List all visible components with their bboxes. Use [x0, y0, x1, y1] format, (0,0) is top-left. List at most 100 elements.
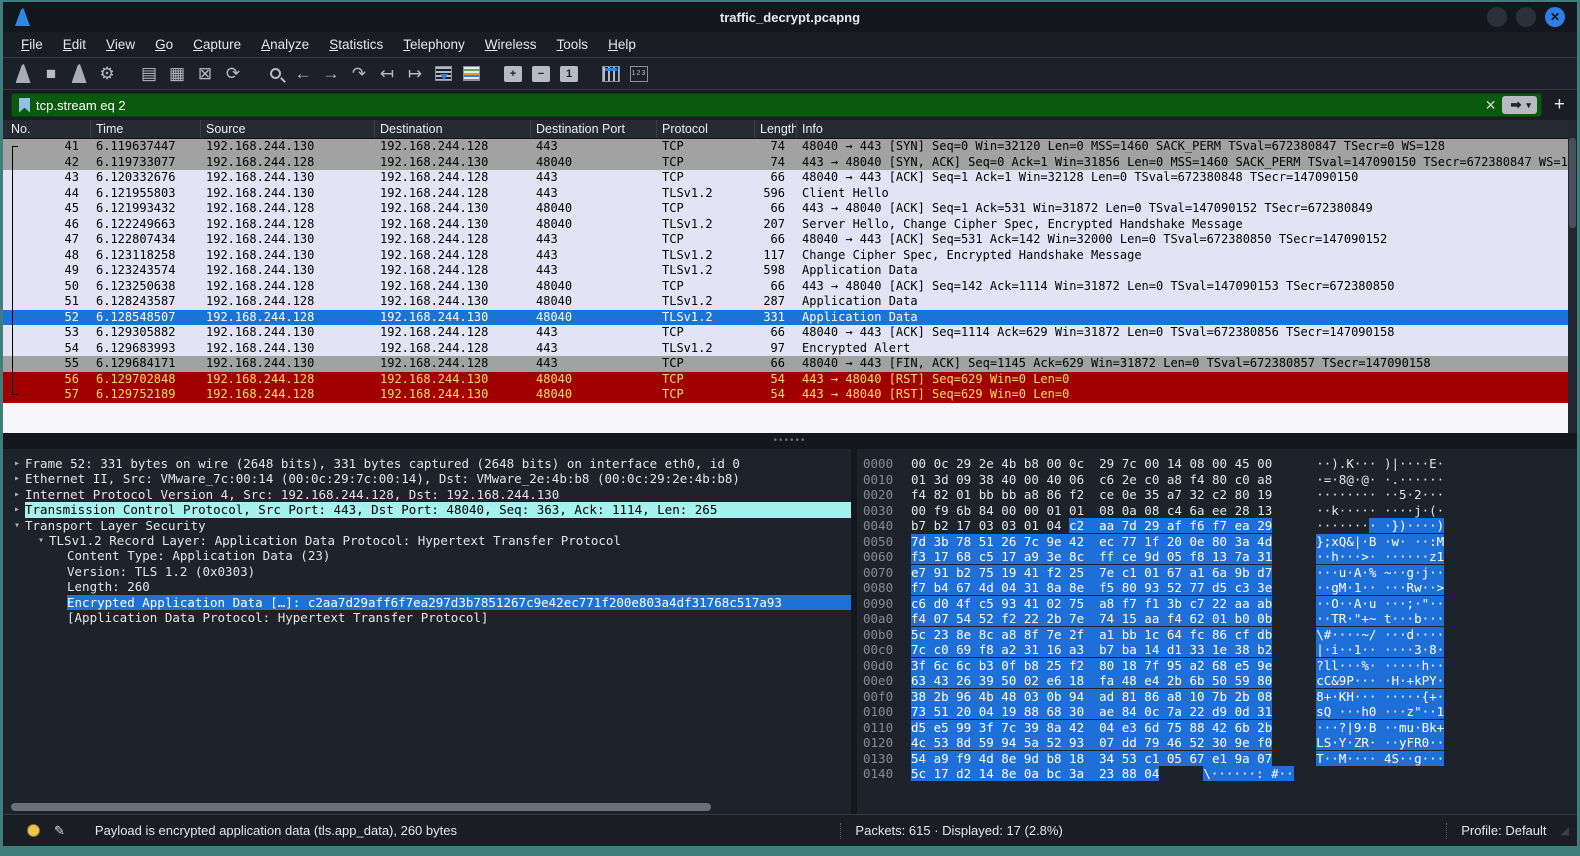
stop-capture-button[interactable]: ■ — [37, 61, 65, 87]
close-button[interactable]: ✕ — [1545, 7, 1565, 27]
details-scrollbar[interactable] — [3, 802, 851, 812]
next-packet-button[interactable]: ↦ — [401, 61, 429, 87]
save-file-button[interactable]: ▦ — [163, 61, 191, 87]
menu-item-capture[interactable]: Capture — [183, 34, 251, 55]
close-file-button[interactable]: ⊠ — [191, 61, 219, 87]
packet-row-52[interactable]: 526.128548507192.168.244.128192.168.244.… — [3, 310, 1577, 326]
column-header-source[interactable]: Source — [201, 120, 375, 138]
expand-arrow-icon[interactable]: ▸ — [9, 502, 25, 517]
hex-row-0130[interactable]: 013054 a9 f9 4d 8e 9d b8 18 34 53 c1 05 … — [863, 751, 1577, 767]
column-header-length[interactable]: Length — [755, 120, 797, 138]
column-header-destination-port[interactable]: Destination Port — [531, 120, 657, 138]
packet-row-45[interactable]: 456.121993432192.168.244.128192.168.244.… — [3, 201, 1577, 217]
collapse-arrow-icon[interactable]: ▾ — [33, 533, 49, 548]
detail-line-7[interactable]: Version: TLS 1.2 (0x0303) — [3, 564, 851, 579]
hex-row-0000[interactable]: 000000 0c 29 2e 4b b8 00 0c 29 7c 00 14 … — [863, 456, 1577, 472]
hex-row-0060[interactable]: 0060f3 17 68 c5 17 a9 3e 8c ff ce 9d 05 … — [863, 549, 1577, 565]
resize-grip[interactable]: ◢ — [1561, 824, 1569, 837]
hex-row-0020[interactable]: 0020f4 82 01 bb bb a8 86 f2 ce 0e 35 a7 … — [863, 487, 1577, 503]
detail-line-2[interactable]: ▸Internet Protocol Version 4, Src: 192.1… — [3, 487, 851, 502]
column-header-no-[interactable]: No. — [3, 120, 91, 138]
start-capture-button[interactable] — [9, 61, 37, 87]
menu-item-telephony[interactable]: Telephony — [393, 34, 475, 55]
filter-value[interactable]: tcp.stream eq 2 — [36, 98, 1479, 113]
hex-row-0030[interactable]: 003000 f9 6b 84 00 00 01 01 08 0a 08 c4 … — [863, 503, 1577, 519]
hex-row-0110[interactable]: 0110d5 e5 99 3f 7c 39 8a 42 04 e3 6d 75 … — [863, 720, 1577, 736]
go-back-button[interactable]: ← — [289, 61, 317, 87]
menu-item-statistics[interactable]: Statistics — [319, 34, 393, 55]
reload-file-button[interactable]: ⟳ — [219, 61, 247, 87]
packet-row-47[interactable]: 476.122807434192.168.244.130192.168.244.… — [3, 232, 1577, 248]
filter-bookmark-icon[interactable] — [19, 98, 30, 113]
open-file-button[interactable]: ▤ — [135, 61, 163, 87]
detail-line-3[interactable]: ▸Transmission Control Protocol, Src Port… — [3, 502, 851, 517]
hex-row-0120[interactable]: 01204c 53 8d 59 94 5a 52 93 07 dd 79 46 … — [863, 735, 1577, 751]
expand-arrow-icon[interactable]: ▸ — [9, 471, 25, 486]
go-forward-button[interactable]: → — [317, 61, 345, 87]
packet-row-55[interactable]: 556.129684171192.168.244.130192.168.244.… — [3, 356, 1577, 372]
detail-line-10[interactable]: [Application Data Protocol: Hypertext Tr… — [3, 610, 851, 625]
resize-columns-button[interactable] — [597, 61, 625, 87]
hex-row-00f0[interactable]: 00f038 2b 96 4b 48 03 0b 94 ad 81 86 a8 … — [863, 689, 1577, 705]
expand-arrow-icon[interactable]: ▸ — [9, 456, 25, 471]
hex-row-0090[interactable]: 0090c6 d0 4f c5 93 41 02 75 a8 f7 f1 3b … — [863, 596, 1577, 612]
expert-info-icon[interactable] — [27, 824, 40, 837]
packet-row-50[interactable]: 506.123250638192.168.244.128192.168.244.… — [3, 279, 1577, 295]
hex-row-0010[interactable]: 001001 3d 09 38 40 00 40 06 c6 2e c0 a8 … — [863, 472, 1577, 488]
detail-line-8[interactable]: Length: 260 — [3, 579, 851, 594]
hex-row-0100[interactable]: 010073 51 20 04 19 88 68 30 ae 84 0c 7a … — [863, 704, 1577, 720]
status-profile[interactable]: Profile: Default — [1461, 823, 1546, 838]
menu-item-view[interactable]: View — [96, 34, 145, 55]
packet-row-43[interactable]: 436.120332676192.168.244.130192.168.244.… — [3, 170, 1577, 186]
packet-row-41[interactable]: 416.119637447192.168.244.130192.168.244.… — [3, 139, 1577, 155]
hex-row-00c0[interactable]: 00c07c c0 69 f8 a2 31 16 a3 b7 ba 14 d1 … — [863, 642, 1577, 658]
filter-clear-icon[interactable]: ✕ — [1479, 97, 1503, 114]
capture-options-button[interactable]: ⚙ — [93, 61, 121, 87]
menu-item-tools[interactable]: Tools — [547, 34, 599, 55]
hex-row-00d0[interactable]: 00d03f 6c 6c b3 0f b8 25 f2 80 18 7f 95 … — [863, 658, 1577, 674]
capture-comment-icon[interactable]: ✎ — [54, 823, 65, 839]
column-header-time[interactable]: Time — [91, 120, 201, 138]
packet-row-42[interactable]: 426.119733077192.168.244.128192.168.244.… — [3, 155, 1577, 171]
menu-item-edit[interactable]: Edit — [53, 34, 96, 55]
go-to-packet-button[interactable]: ↷ — [345, 61, 373, 87]
packet-row-51[interactable]: 516.128243587192.168.244.128192.168.244.… — [3, 294, 1577, 310]
menu-item-analyze[interactable]: Analyze — [251, 34, 319, 55]
packet-row-56[interactable]: 566.129702848192.168.244.128192.168.244.… — [3, 372, 1577, 388]
packet-row-57[interactable]: 576.129752189192.168.244.128192.168.244.… — [3, 387, 1577, 403]
packet-list-scrollbar[interactable] — [1568, 120, 1577, 433]
zoom-in-button[interactable]: + — [499, 61, 527, 87]
zoom-original-button[interactable]: 1 — [555, 61, 583, 87]
packet-row-46[interactable]: 466.122249663192.168.244.128192.168.244.… — [3, 217, 1577, 233]
packet-row-44[interactable]: 446.121955803192.168.244.130192.168.244.… — [3, 186, 1577, 202]
packet-row-54[interactable]: 546.129683993192.168.244.130192.168.244.… — [3, 341, 1577, 357]
filter-add-button[interactable]: + — [1542, 94, 1569, 116]
find-packet-button[interactable] — [261, 61, 289, 87]
detail-line-1[interactable]: ▸Ethernet II, Src: VMware_7c:00:14 (00:0… — [3, 471, 851, 486]
hex-row-0040[interactable]: 0040b7 b2 17 03 03 01 04 c2 aa 7d 29 af … — [863, 518, 1577, 534]
pane-splitter[interactable]: •••••• — [3, 433, 1577, 449]
display-filter-input[interactable]: tcp.stream eq 2 ✕ ➡▾ — [11, 93, 1542, 117]
menu-item-help[interactable]: Help — [598, 34, 646, 55]
packet-row-49[interactable]: 496.123243574192.168.244.130192.168.244.… — [3, 263, 1577, 279]
auto-scroll-button[interactable] — [429, 61, 457, 87]
hex-row-00b0[interactable]: 00b05c 23 8e 8c a8 8f 7e 2f a1 bb 1c 64 … — [863, 627, 1577, 643]
packet-row-48[interactable]: 486.123118258192.168.244.130192.168.244.… — [3, 248, 1577, 264]
detail-line-0[interactable]: ▸Frame 52: 331 bytes on wire (2648 bits)… — [3, 456, 851, 471]
menu-item-file[interactable]: File — [11, 34, 53, 55]
detail-line-9[interactable]: Encrypted Application Data […]: c2aa7d29… — [3, 595, 851, 610]
column-header-info[interactable]: Info — [797, 120, 1577, 138]
detail-line-5[interactable]: ▾TLSv1.2 Record Layer: Application Data … — [3, 533, 851, 548]
menu-item-go[interactable]: Go — [145, 34, 183, 55]
collapse-arrow-icon[interactable]: ▾ — [9, 518, 25, 533]
hex-row-0050[interactable]: 00507d 3b 78 51 26 7c 9e 42 ec 77 1f 20 … — [863, 534, 1577, 550]
packet-row-53[interactable]: 536.129305882192.168.244.130192.168.244.… — [3, 325, 1577, 341]
hex-row-0080[interactable]: 0080f7 b4 67 4d 04 31 8a 8e f5 80 93 52 … — [863, 580, 1577, 596]
filter-apply-button[interactable]: ➡▾ — [1502, 96, 1536, 114]
hex-row-0070[interactable]: 0070e7 91 b2 75 19 41 f2 25 7e c1 01 67 … — [863, 565, 1577, 581]
column-header-destination[interactable]: Destination — [375, 120, 531, 138]
menu-item-wireless[interactable]: Wireless — [475, 34, 547, 55]
colorize-button[interactable] — [457, 61, 485, 87]
detail-line-6[interactable]: Content Type: Application Data (23) — [3, 548, 851, 563]
hex-row-0140[interactable]: 01405c 17 d2 14 8e 0a bc 3a 23 88 04\···… — [863, 766, 1577, 782]
